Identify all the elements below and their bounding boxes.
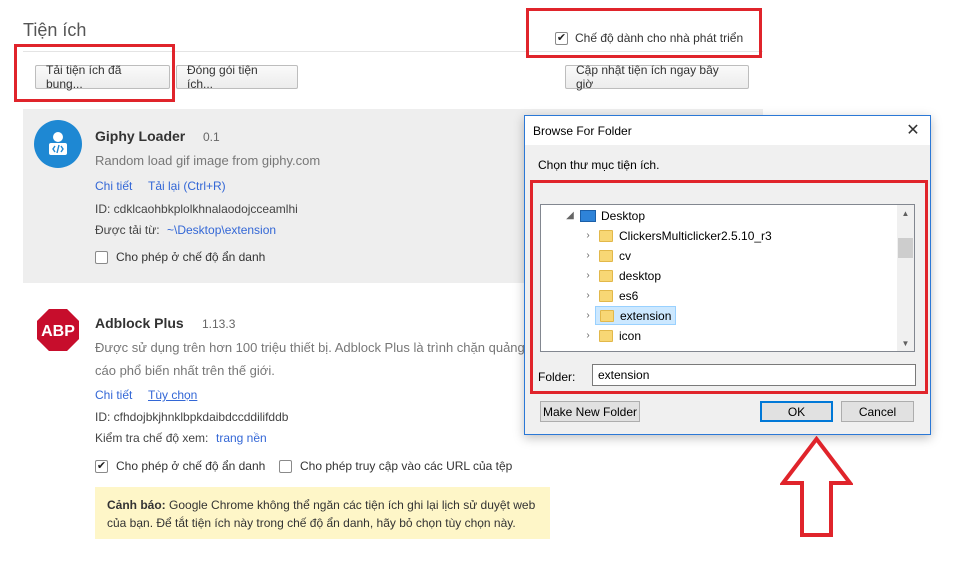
incognito-checkbox[interactable]: [95, 250, 108, 264]
extension-name: Adblock Plus: [95, 315, 184, 331]
cancel-button[interactable]: Cancel: [841, 401, 914, 422]
make-new-folder-button[interactable]: Make New Folder: [540, 401, 640, 422]
extension-version: 0.1: [203, 130, 220, 144]
incognito-label: Cho phép ở chế độ ẩn danh: [116, 250, 266, 264]
warning-text-line-2: của bạn. Để tắt tiện ích này trong chế đ…: [107, 516, 516, 530]
options-link[interactable]: Tùy chọn: [148, 388, 197, 402]
extension-description: Random load gif image from giphy.com: [95, 153, 321, 168]
abp-logo-icon: ABP: [35, 307, 81, 353]
svg-text:ABP: ABP: [41, 323, 75, 340]
dialog-title: Browse For Folder: [525, 116, 930, 145]
background-page-link[interactable]: trang nền: [216, 431, 267, 445]
page-title: Tiện ích: [23, 20, 87, 40]
inspect-views-label: Kiểm tra chế độ xem:: [95, 431, 209, 445]
warning-title: Cảnh báo:: [107, 498, 166, 512]
checkmark-icon: ✔: [96, 459, 107, 472]
close-icon[interactable]: ✕: [900, 118, 926, 142]
incognito-label: Cho phép ở chế độ ẩn danh: [116, 459, 266, 473]
extension-id: ID: cdklcaohbkplolkhnalaodojcceamlhi: [95, 202, 298, 216]
reload-link[interactable]: Tải lại (Ctrl+R): [148, 179, 226, 193]
file-url-label: Cho phép truy cập vào các URL của tệp: [300, 459, 513, 473]
giphy-logo-icon: [34, 120, 82, 168]
details-link[interactable]: Chi tiết: [95, 388, 132, 402]
file-url-checkbox[interactable]: [279, 459, 292, 473]
up-arrow-annotation: [780, 436, 853, 537]
incognito-option[interactable]: Cho phép ở chế độ ẩn danh: [95, 250, 265, 264]
pack-extension-button[interactable]: Đóng gói tiện ích...: [176, 63, 298, 91]
extension-description-line-1: Được sử dụng trên hơn 100 triệu thiết bị…: [95, 340, 525, 355]
highlight-load-unpacked: [14, 44, 175, 102]
loaded-from-path-link[interactable]: ~\Desktop\extension: [167, 223, 276, 237]
dialog-instruction: Chọn thư mục tiện ích.: [538, 158, 660, 172]
update-extensions-button[interactable]: Cập nhật tiện ích ngay bây giờ: [565, 63, 749, 91]
file-url-option[interactable]: Cho phép truy cập vào các URL của tệp: [279, 459, 512, 473]
loaded-from-label: Được tải từ:: [95, 223, 160, 237]
incognito-option[interactable]: ✔ Cho phép ở chế độ ẩn danh: [95, 459, 265, 473]
incognito-warning: Cảnh báo: Google Chrome không thể ngăn c…: [95, 487, 550, 539]
ok-button[interactable]: OK: [760, 401, 833, 422]
extension-name: Giphy Loader: [95, 128, 186, 144]
highlight-folder-tree: [530, 180, 928, 394]
extension-id: ID: cfhdojbkjhnklbpkdaibdccddilifddb: [95, 410, 289, 424]
extension-version: 1.13.3: [202, 317, 236, 331]
extension-description-line-2: cáo phổ biến nhất trên thế giới.: [95, 363, 275, 378]
details-link[interactable]: Chi tiết: [95, 179, 132, 193]
incognito-checkbox[interactable]: ✔: [95, 459, 108, 473]
highlight-developer-mode: [526, 8, 762, 58]
warning-text-line-1: Google Chrome không thể ngăn các tiện íc…: [169, 498, 536, 512]
